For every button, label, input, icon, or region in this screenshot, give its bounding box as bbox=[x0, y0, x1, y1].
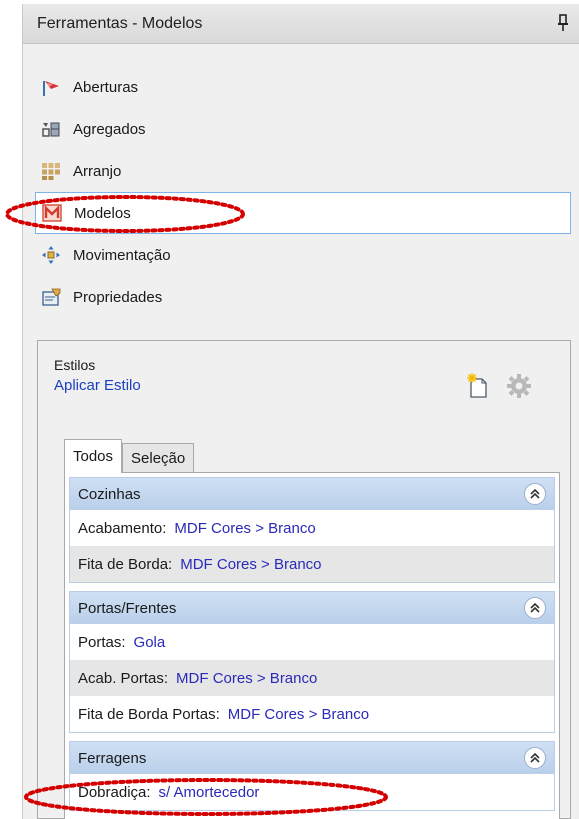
collapse-chevrons-icon[interactable] bbox=[524, 747, 546, 769]
agregados-icon bbox=[41, 119, 61, 139]
nav-item-agregados[interactable]: Agregados bbox=[35, 108, 571, 150]
nav-item-propriedades[interactable]: Propriedades bbox=[35, 276, 571, 318]
nav-item-label: Propriedades bbox=[73, 288, 163, 306]
properties-icon bbox=[41, 287, 61, 307]
property-row[interactable]: Acab. Portas: MDF Cores > Branco bbox=[70, 660, 554, 696]
nav-item-label: Aberturas bbox=[73, 78, 139, 96]
section-portas-frentes: Portas/Frentes Portas: Gola Acab. Portas… bbox=[69, 591, 555, 733]
tab-todos[interactable]: Todos bbox=[64, 439, 123, 473]
section-ferragens: Ferragens Dobradiça: s/ Amortecedor bbox=[69, 741, 555, 811]
property-row[interactable]: Portas: Gola bbox=[70, 624, 554, 660]
tab-selecao[interactable]: Seleção bbox=[122, 443, 195, 473]
nav-item-label: Movimentação bbox=[73, 246, 171, 264]
section-header[interactable]: Portas/Frentes bbox=[70, 592, 554, 624]
collapse-chevrons-icon[interactable] bbox=[524, 597, 546, 619]
property-row[interactable]: Fita de Borda: MDF Cores > Branco bbox=[70, 546, 554, 582]
nav-item-label: Arranjo bbox=[73, 162, 122, 180]
section-cozinhas: Cozinhas Acabamento: MDF Cores > Branco … bbox=[69, 477, 555, 583]
property-value: s/ Amortecedor bbox=[158, 783, 260, 801]
section-title: Cozinhas bbox=[78, 485, 141, 503]
property-key: Fita de Borda Portas: bbox=[78, 705, 220, 723]
property-value: MDF Cores > Branco bbox=[174, 519, 316, 537]
property-value: MDF Cores > Branco bbox=[180, 555, 322, 573]
move-arrows-icon bbox=[41, 245, 61, 265]
estilos-label: Estilos bbox=[54, 357, 96, 373]
property-key: Fita de Borda: bbox=[78, 555, 173, 573]
tool-nav-list: Aberturas Agregados Arranjo Modelos Movi… bbox=[35, 66, 571, 318]
nav-item-label: Agregados bbox=[73, 120, 146, 138]
property-key: Acab. Portas: bbox=[78, 669, 169, 687]
panel-title: Ferramentas - Modelos bbox=[37, 15, 203, 32]
section-header[interactable]: Ferragens bbox=[70, 742, 554, 774]
property-value: Gola bbox=[133, 633, 166, 651]
nav-item-modelos[interactable]: Modelos bbox=[35, 192, 571, 234]
aberturas-flag-icon bbox=[41, 77, 61, 97]
property-value: MDF Cores > Branco bbox=[227, 705, 370, 723]
section-header[interactable]: Cozinhas bbox=[70, 478, 554, 510]
nav-item-label: Modelos bbox=[74, 204, 131, 222]
estilos-groupbox: Estilos Aplicar Estilo Todos Seleção Coz… bbox=[37, 340, 571, 819]
property-key: Acabamento: bbox=[78, 519, 167, 537]
panel-titlebar: Ferramentas - Modelos bbox=[23, 4, 579, 44]
apply-style-link[interactable]: Aplicar Estilo bbox=[54, 377, 141, 394]
pin-icon[interactable] bbox=[556, 14, 570, 32]
tab-strip: Todos Seleção bbox=[64, 439, 195, 473]
property-row[interactable]: Dobradiça: s/ Amortecedor bbox=[70, 774, 554, 810]
property-value: MDF Cores > Branco bbox=[176, 669, 318, 687]
nav-item-arranjo[interactable]: Arranjo bbox=[35, 150, 571, 192]
tools-panel: Ferramentas - Modelos Aberturas Agregado… bbox=[22, 4, 579, 819]
nav-item-movimentacao[interactable]: Movimentação bbox=[35, 234, 571, 276]
property-key: Dobradiça: bbox=[78, 783, 151, 801]
gear-icon[interactable] bbox=[506, 373, 532, 399]
collapse-chevrons-icon[interactable] bbox=[524, 483, 546, 505]
nav-item-aberturas[interactable]: Aberturas bbox=[35, 66, 571, 108]
new-style-icon[interactable] bbox=[466, 373, 490, 399]
tab-page-todos: Cozinhas Acabamento: MDF Cores > Branco … bbox=[64, 472, 560, 819]
property-row[interactable]: Acabamento: MDF Cores > Branco bbox=[70, 510, 554, 546]
section-title: Ferragens bbox=[78, 749, 147, 767]
property-row[interactable]: Fita de Borda Portas: MDF Cores > Branco bbox=[70, 696, 554, 732]
modelos-m-icon bbox=[42, 203, 62, 223]
property-key: Portas: bbox=[78, 633, 126, 651]
section-title: Portas/Frentes bbox=[78, 599, 177, 617]
arranjo-grid-icon bbox=[41, 161, 61, 181]
